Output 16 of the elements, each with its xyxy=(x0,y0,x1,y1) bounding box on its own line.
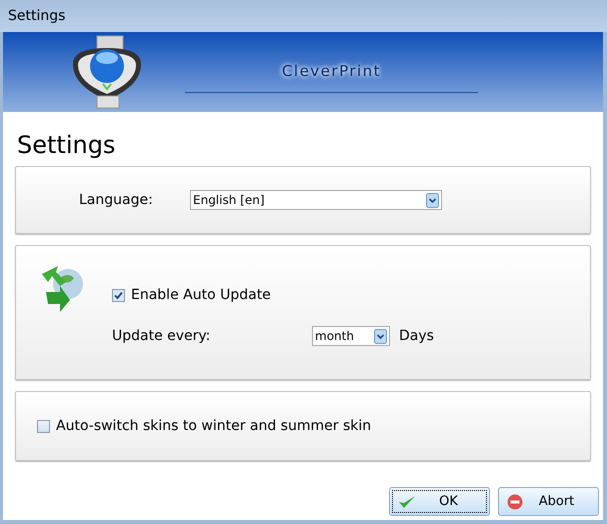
product-name: CleverPrint xyxy=(282,62,382,80)
language-label: Language: xyxy=(79,192,154,208)
stop-icon xyxy=(507,494,523,510)
checkbox[interactable] xyxy=(112,288,125,302)
checkmark-icon xyxy=(398,494,416,510)
language-dropdown[interactable]: English [en] xyxy=(190,190,442,210)
unit-label: Days xyxy=(399,328,434,344)
auto-switch-skins-checkbox[interactable]: Auto-switch skins to winter and summer skin xyxy=(37,418,372,434)
checkbox[interactable] xyxy=(37,420,50,432)
page-heading: Settings xyxy=(17,130,116,160)
ok-button[interactable]: OK xyxy=(389,487,490,516)
update-interval-label: Update every: xyxy=(112,328,212,344)
interval-dropdown[interactable]: month xyxy=(312,326,390,346)
auto-update-checkbox[interactable]: Enable Auto Update xyxy=(112,287,434,303)
abort-button[interactable]: Abort xyxy=(498,487,599,516)
window-title: Settings xyxy=(8,8,66,24)
